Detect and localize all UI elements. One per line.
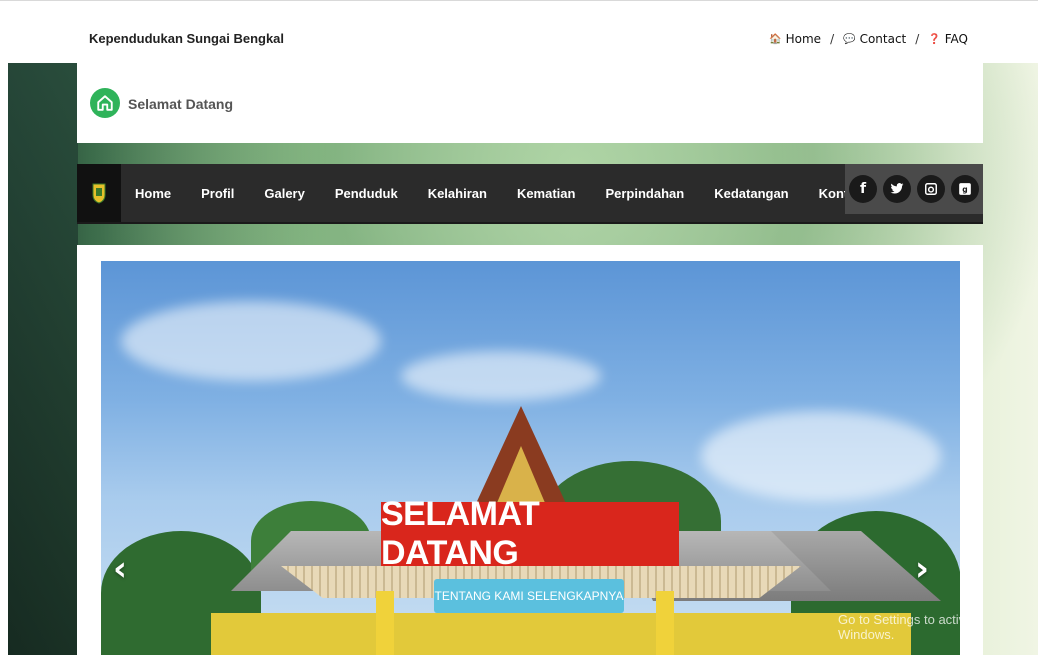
nav-item-home[interactable]: Home	[135, 186, 171, 201]
google-plus-icon[interactable]: g	[951, 175, 979, 203]
home-icon: 🏠	[769, 33, 782, 45]
home-icon	[90, 88, 120, 118]
welcome-title: Selamat Datang	[128, 96, 234, 112]
nav-item-galery[interactable]: Galery	[264, 186, 304, 201]
site-name[interactable]: Kependudukan Sungai Bengkal	[89, 31, 284, 46]
top-link-faq[interactable]: ❓ FAQ	[928, 32, 968, 46]
nav-menu: Home Profil Galery Penduduk Kelahiran Ke…	[135, 164, 893, 222]
windows-activation-watermark: Go to Settings to activate Windows.	[838, 612, 984, 642]
separator: /	[830, 32, 835, 46]
slide-image: SELAMAT DATANG TENTANG KAMI SELENGKAPNYA…	[101, 261, 960, 655]
slider-next-arrow[interactable]: ›	[915, 549, 929, 589]
nav-item-kelahiran[interactable]: Kelahiran	[428, 186, 487, 201]
slide-title: SELAMAT DATANG	[381, 495, 679, 572]
nav-item-perpindahan[interactable]: Perpindahan	[605, 186, 684, 201]
question-circle-icon: ❓	[928, 33, 941, 45]
top-link-contact[interactable]: 💬 Contact	[843, 32, 906, 46]
cloud	[401, 351, 601, 401]
nav-item-kematian[interactable]: Kematian	[517, 186, 576, 201]
social-links: f g	[845, 164, 983, 214]
cloud	[701, 411, 941, 501]
nav-item-profil[interactable]: Profil	[201, 186, 234, 201]
building-pillar	[656, 591, 674, 655]
cloud	[121, 301, 381, 381]
slider-prev-arrow[interactable]: ‹	[113, 549, 127, 589]
about-us-button[interactable]: TENTANG KAMI SELENGKAPNYA	[434, 579, 624, 613]
top-bar: Kependudukan Sungai Bengkal 🏠 Home / 💬 C…	[0, 0, 1038, 63]
svg-text:g: g	[962, 185, 967, 194]
slider-panel: SELAMAT DATANG TENTANG KAMI SELENGKAPNYA…	[77, 245, 983, 655]
instagram-icon[interactable]	[917, 175, 945, 203]
facebook-icon[interactable]: f	[849, 175, 877, 203]
nav-item-kedatangan[interactable]: Kedatangan	[714, 186, 788, 201]
building-pillar	[376, 591, 394, 655]
main-navbar: Home Profil Galery Penduduk Kelahiran Ke…	[77, 164, 983, 222]
top-link-home[interactable]: 🏠 Home	[769, 32, 821, 46]
top-links: 🏠 Home / 💬 Contact / ❓ FAQ	[769, 32, 968, 46]
welcome-panel: Selamat Datang	[77, 63, 983, 143]
regency-crest-icon[interactable]	[77, 164, 121, 222]
building-wall	[211, 613, 911, 655]
separator: /	[915, 32, 920, 46]
nav-item-penduduk[interactable]: Penduduk	[335, 186, 398, 201]
comments-icon: 💬	[843, 33, 856, 45]
twitter-icon[interactable]	[883, 175, 911, 203]
